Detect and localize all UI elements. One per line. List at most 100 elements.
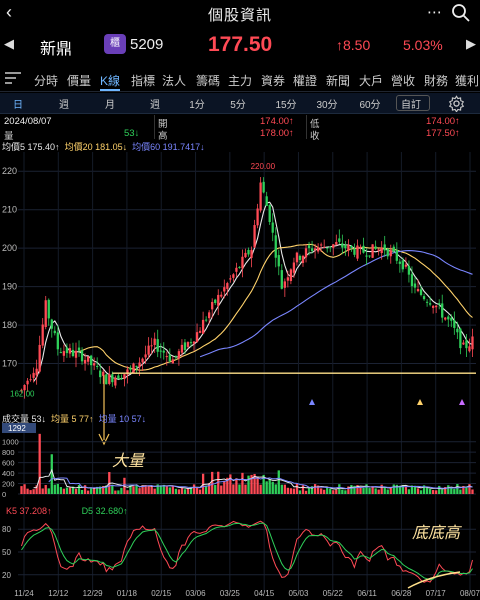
bar-date: 2024/08/07 xyxy=(4,116,52,127)
period-6[interactable]: 15分 xyxy=(268,96,304,111)
candle-body xyxy=(108,374,111,384)
volume-bar xyxy=(68,487,72,494)
period-1[interactable]: 週 xyxy=(52,96,76,111)
volume-bar xyxy=(38,433,41,494)
volume-bar xyxy=(362,487,365,494)
candle-body xyxy=(459,328,462,349)
volume-bar xyxy=(117,490,120,494)
candle-body xyxy=(410,274,414,287)
period-5[interactable]: 5分 xyxy=(222,96,254,111)
volume-bar xyxy=(326,487,329,494)
volume-bar xyxy=(374,488,377,494)
candle-body xyxy=(398,261,401,264)
candle-body xyxy=(465,340,468,349)
volume-bar xyxy=(53,484,56,494)
tab-1[interactable]: 價量 xyxy=(67,72,91,89)
candle-body xyxy=(220,294,223,297)
candle-body xyxy=(295,252,299,263)
candle-body xyxy=(359,246,362,248)
candle-body xyxy=(226,283,229,289)
volume-bar xyxy=(441,489,444,494)
candle-body xyxy=(111,374,114,383)
volume-bar xyxy=(286,487,290,494)
tab-13[interactable]: 獲利 xyxy=(455,72,479,89)
candle-body xyxy=(344,244,347,249)
volume-bar xyxy=(26,488,29,494)
gear-icon[interactable] xyxy=(448,95,465,112)
volume-bar xyxy=(323,489,326,494)
period-selector: 日週月週 1分 5分 15分 30分 60分 自訂 xyxy=(0,93,480,114)
volume-bar xyxy=(74,488,78,494)
candle-body xyxy=(165,356,168,358)
tab-8[interactable]: 權證 xyxy=(293,72,317,89)
candle-body xyxy=(44,300,47,328)
vol-ma5-label: 均量 5 77↑ xyxy=(51,414,94,424)
tab-12[interactable]: 財務 xyxy=(424,72,448,89)
tab-4[interactable]: 法人 xyxy=(162,72,186,89)
volume-bar xyxy=(177,489,181,494)
tab-5[interactable]: 籌碼 xyxy=(196,72,220,89)
tab-2[interactable]: K線 xyxy=(100,72,120,89)
menu-icon[interactable] xyxy=(5,71,21,85)
volume-bar xyxy=(47,488,50,494)
candle-body xyxy=(56,332,59,350)
volume-bar xyxy=(147,486,150,494)
page-title: 個股資訊 xyxy=(207,7,272,24)
next-stock-icon[interactable]: ▶ xyxy=(466,36,476,52)
candle-body xyxy=(389,250,392,257)
period-8[interactable]: 60分 xyxy=(354,96,386,111)
period-4[interactable]: 1分 xyxy=(182,96,212,111)
candle-body xyxy=(441,303,444,318)
candle-body xyxy=(86,356,90,362)
tab-6[interactable]: 主力 xyxy=(228,72,252,89)
candle-body xyxy=(171,359,174,364)
candle-body xyxy=(68,348,72,354)
period-2[interactable]: 月 xyxy=(98,96,122,111)
tab-10[interactable]: 大戶 xyxy=(359,72,383,89)
market-badge: 櫃 xyxy=(104,34,126,54)
period-7[interactable]: 30分 xyxy=(312,96,342,111)
candle-body xyxy=(105,374,108,385)
candle-body xyxy=(174,355,178,357)
volume-bar xyxy=(450,487,453,494)
candle-body xyxy=(180,344,184,353)
kd-tick-label: 80 xyxy=(2,525,11,534)
tab-3[interactable]: 指標 xyxy=(131,72,155,89)
candle-body xyxy=(150,345,153,347)
price-change: ↑8.50 xyxy=(336,37,371,53)
tab-0[interactable]: 分時 xyxy=(34,72,58,89)
tab-9[interactable]: 新聞 xyxy=(326,72,350,89)
volume-max-label: 1292 xyxy=(8,424,26,433)
candle-body xyxy=(59,352,63,354)
period-0[interactable]: 日 xyxy=(6,96,30,111)
volume-bar xyxy=(392,484,395,494)
more-options-icon[interactable]: ⋯ xyxy=(427,3,442,21)
period-3[interactable]: 週 xyxy=(143,96,167,111)
divider xyxy=(154,115,155,139)
tab-7[interactable]: 資券 xyxy=(261,72,285,89)
tab-11[interactable]: 營收 xyxy=(391,72,415,89)
date-tick-label: 02/15 xyxy=(151,589,172,598)
volume-bar xyxy=(204,485,208,494)
candle-body xyxy=(29,379,32,381)
candle-body xyxy=(453,320,456,328)
volume-bar xyxy=(431,490,435,494)
volume-bar xyxy=(453,489,456,494)
volume-bar xyxy=(416,488,420,494)
candle-body xyxy=(93,363,96,366)
search-icon[interactable] xyxy=(450,2,472,24)
candle-body xyxy=(156,339,159,352)
volume-bar xyxy=(165,486,168,494)
candle-body xyxy=(83,359,87,364)
candle-body xyxy=(401,260,405,270)
volume-bar xyxy=(259,484,262,494)
volume-bar xyxy=(126,490,129,494)
volume-tick-label: 1000 xyxy=(2,438,19,447)
stock-code: 5209 xyxy=(130,36,164,53)
volume-bar xyxy=(223,480,226,494)
volume-bar xyxy=(83,485,87,494)
volume-bar xyxy=(428,488,432,494)
kline-chart[interactable]: 17018019020021022011/24 12/12 12/29 01/18 02… xyxy=(0,140,480,600)
stock-name: 新鼎 xyxy=(40,41,73,58)
prev-stock-icon[interactable]: ◀ xyxy=(4,36,14,52)
